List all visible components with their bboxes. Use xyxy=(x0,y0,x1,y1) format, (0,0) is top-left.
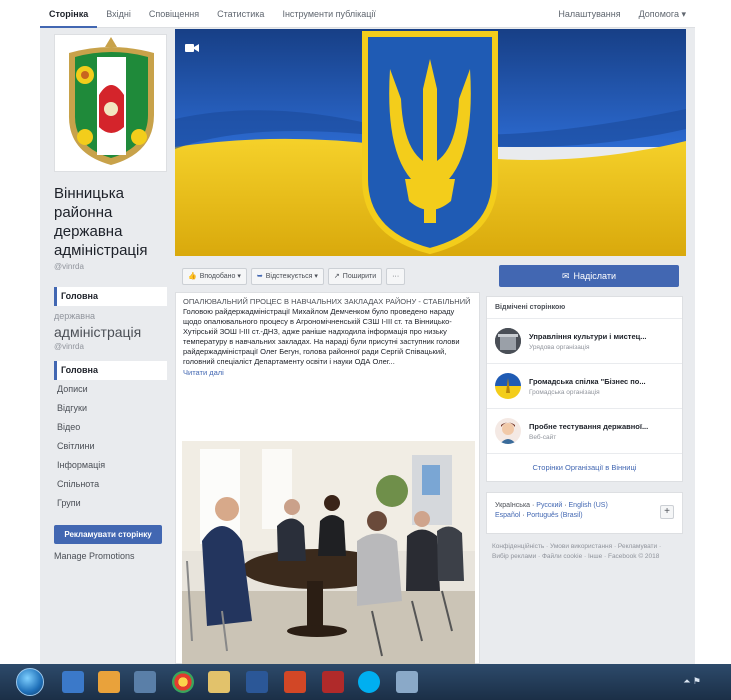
media-icon[interactable] xyxy=(134,671,156,693)
language-link-ru[interactable]: Русский xyxy=(536,502,562,509)
system-tray-icons[interactable]: ⏶ ⚑ xyxy=(683,676,701,687)
liked-button-label: Вподобано ▾ xyxy=(199,273,241,280)
send-message-label: Надіслати xyxy=(573,271,616,281)
share-button-label: Поширити xyxy=(342,272,377,280)
post-photo-meeting[interactable] xyxy=(182,441,475,665)
liked-page-item[interactable]: Пробне тестування державної... Веб-сайт xyxy=(487,409,682,454)
liked-page-category: Громадська організація xyxy=(529,388,600,396)
nav-item-home-sticky[interactable]: Головна xyxy=(54,287,167,306)
liked-page-text: Управління культури і мистец... Урядова … xyxy=(529,332,647,351)
nav-item-posts[interactable]: Дописи xyxy=(54,380,167,399)
cover-photo[interactable] xyxy=(175,29,686,256)
liked-page-name[interactable]: Пробне тестування державної... xyxy=(529,422,648,431)
language-link-es[interactable]: Español xyxy=(495,512,520,519)
coat-of-arms-icon xyxy=(55,35,166,171)
liked-page-category: Урядова організація xyxy=(529,343,590,351)
page-content: Вінницька районна державна адміністрація… xyxy=(40,28,695,665)
liked-pages-header: Відмічені сторінкою xyxy=(487,297,682,319)
liked-page-thumbnail xyxy=(495,373,521,399)
ghost-page-name-line: державна xyxy=(54,311,96,321)
tab-page[interactable]: Сторінка xyxy=(40,0,98,28)
add-language-button[interactable]: + xyxy=(660,505,674,519)
folder-icon[interactable] xyxy=(208,671,230,693)
nav-item-groups[interactable]: Групи xyxy=(54,494,167,513)
left-column: Вінницька районна державна адміністрація… xyxy=(54,34,167,561)
liked-page-category: Веб-сайт xyxy=(529,433,557,441)
ghost-page-name: адміністрація xyxy=(54,324,142,340)
page-username[interactable]: @vinrda xyxy=(54,262,167,271)
promote-page-button[interactable]: Рекламувати сторінку xyxy=(54,525,162,544)
pdf-icon[interactable] xyxy=(322,671,344,693)
page-footer: Конфіденційність · Умови використання · … xyxy=(492,543,662,560)
liked-page-name[interactable]: Громадська спілка "Бізнес по... xyxy=(529,377,646,386)
building-icon xyxy=(495,328,521,354)
more-button[interactable]: ··· xyxy=(386,267,406,285)
post-body-text: Головою райдержадміністрації Михайлом Де… xyxy=(183,307,460,366)
window-icon[interactable] xyxy=(396,671,418,693)
send-message-button[interactable]: ✉ Надіслати xyxy=(499,265,679,287)
powerpoint-icon[interactable] xyxy=(284,671,306,693)
skype-icon[interactable] xyxy=(358,671,380,693)
language-link-en[interactable]: English (US) xyxy=(569,502,608,509)
nav-item-community[interactable]: Спільнота xyxy=(54,475,167,494)
following-button[interactable]: ➥ Відстежується ▾ xyxy=(250,267,324,285)
nav-item-photos[interactable]: Світлини xyxy=(54,437,167,456)
following-button-label: Відстежується ▾ xyxy=(265,273,318,280)
messenger-icon: ✉ xyxy=(561,270,570,281)
manage-promotions-link[interactable]: Manage Promotions xyxy=(54,551,167,561)
share-arrow-icon: ↗ xyxy=(333,273,340,280)
liked-page-name[interactable]: Управління культури і мистец... xyxy=(529,332,647,341)
liked-page-text: Громадська спілка "Бізнес по... Громадсь… xyxy=(529,377,646,396)
tab-notifications[interactable]: Сповіщення xyxy=(140,0,208,28)
nav-item-videos[interactable]: Відео xyxy=(54,418,167,437)
tab-insights[interactable]: Статистика xyxy=(208,0,273,28)
windows-taskbar: ⏶ ⚑ xyxy=(0,664,731,700)
liked-page-item[interactable]: Управління культури і мистец... Урядова … xyxy=(487,319,682,364)
word-icon[interactable] xyxy=(246,671,268,693)
read-more-link[interactable]: Читати далі xyxy=(183,368,472,378)
meeting-room-photo xyxy=(182,441,475,665)
ie-icon[interactable] xyxy=(62,671,84,693)
explorer-icon[interactable] xyxy=(98,671,120,693)
share-button[interactable]: ↗ Поширити xyxy=(327,267,383,285)
ukraine-flag-trident-image xyxy=(175,29,686,256)
chrome-icon[interactable] xyxy=(172,671,194,693)
page-avatar-coat-of-arms[interactable] xyxy=(54,34,167,172)
right-column: Відмічені сторінкою Управління культури … xyxy=(486,296,683,562)
thumbs-up-icon: 👍 xyxy=(188,273,197,280)
liked-button[interactable]: 👍 Вподобано ▾ xyxy=(182,267,247,285)
see-all-pages-link[interactable]: Сторінки Організації в Вінниці xyxy=(487,454,682,481)
liked-page-thumbnail xyxy=(495,418,521,444)
page-admin-tabbar: Сторінка Вхідні Сповіщення Статистика Ін… xyxy=(40,0,695,28)
language-card: Українська · Русский · English (US) Espa… xyxy=(486,492,683,534)
ghost-page-handle: @vinrda xyxy=(54,342,84,351)
nav-item-about[interactable]: Інформація xyxy=(54,456,167,475)
video-camera-icon xyxy=(185,44,199,52)
trident-logo-icon xyxy=(495,373,521,399)
start-button-icon[interactable] xyxy=(16,668,44,696)
post-title: ОПАЛЮВАЛЬНИЙ ПРОЦЕС В НАВЧАЛЬНИХ ЗАКЛАДА… xyxy=(183,297,471,306)
student-avatar-icon xyxy=(495,418,521,444)
tab-help[interactable]: Допомога ▾ xyxy=(630,0,695,28)
liked-page-thumbnail xyxy=(495,328,521,354)
nav-item-reviews[interactable]: Відгуки xyxy=(54,399,167,418)
rss-icon: ➥ xyxy=(256,273,263,280)
nav-item-home[interactable]: Головна xyxy=(54,361,167,380)
post-text: ОПАЛЮВАЛЬНИЙ ПРОЦЕС В НАВЧАЛЬНИХ ЗАКЛАДА… xyxy=(176,293,479,382)
tab-inbox[interactable]: Вхідні xyxy=(97,0,140,28)
tab-publishing-tools[interactable]: Інструменти публікації xyxy=(273,0,384,28)
page-title: Вінницька районна державна адміністрація xyxy=(54,185,148,259)
liked-page-item[interactable]: Громадська спілка "Бізнес по... Громадсь… xyxy=(487,364,682,409)
tab-settings[interactable]: Налаштування xyxy=(549,0,629,28)
current-language: Українська xyxy=(495,502,531,509)
liked-page-text: Пробне тестування державної... Веб-сайт xyxy=(529,422,648,441)
language-link-pt[interactable]: Português (Brasil) xyxy=(527,512,583,519)
left-nav: Головна Дописи Відгуки Відео Світлини Ін… xyxy=(54,361,167,513)
liked-pages-card: Відмічені сторінкою Управління культури … xyxy=(486,296,683,482)
page-action-bar: 👍 Вподобано ▾ ➥ Відстежується ▾ ↗ Пошири… xyxy=(182,265,478,287)
post-card: ОПАЛЮВАЛЬНИЙ ПРОЦЕС В НАВЧАЛЬНИХ ЗАКЛАДА… xyxy=(175,292,480,665)
